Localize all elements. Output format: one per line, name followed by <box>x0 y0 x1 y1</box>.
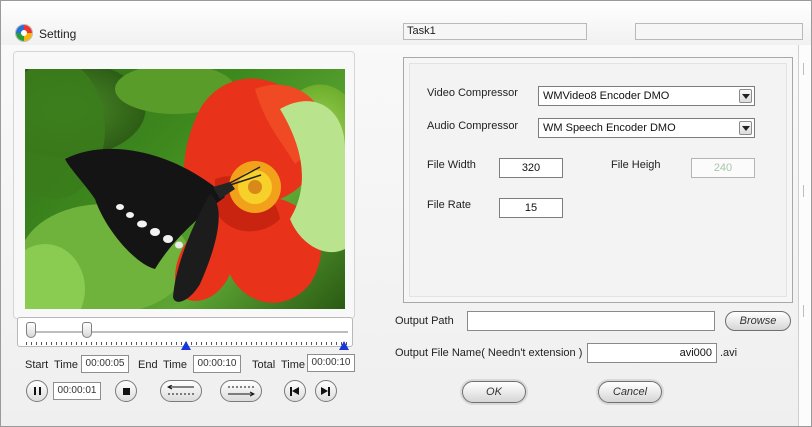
file-rate-label: File Rate <box>427 199 472 211</box>
skip-next-icon <box>321 386 331 396</box>
start-thumb[interactable] <box>26 322 36 338</box>
audio-compressor-label: Audio Compressor <box>427 120 519 132</box>
video-preview <box>25 69 345 309</box>
video-compressor-value: WMVideo8 Encoder DMO <box>543 90 670 102</box>
file-extension-label: .avi <box>720 347 738 359</box>
ok-button[interactable]: OK <box>462 381 526 403</box>
total-marker-icon[interactable] <box>339 341 349 350</box>
current-time-field: 00:00:01 <box>53 382 101 400</box>
cancel-button[interactable]: Cancel <box>598 381 662 403</box>
start-label: Start <box>25 359 49 371</box>
scrollbar-tick <box>803 185 804 197</box>
scrollbar-tick <box>803 305 804 317</box>
video-compressor-label: Video Compressor <box>427 87 518 99</box>
skip-previous-icon <box>290 386 300 396</box>
pause-icon <box>33 387 41 395</box>
total-label: Total <box>252 359 276 371</box>
title-bar: Setting Task1 <box>1 1 811 45</box>
output-file-name-label: Output File Name( Needn't extension ) <box>395 347 583 359</box>
app-logo-icon <box>16 25 32 41</box>
scrollbar-tick <box>803 63 804 75</box>
set-end-arrow-icon <box>228 386 255 397</box>
chevron-down-icon[interactable] <box>739 89 752 103</box>
end-time-field[interactable]: 00:00:10 <box>193 355 241 373</box>
video-compressor-select[interactable]: WMVideo8 Encoder DMO <box>538 86 755 106</box>
output-path-label: Output Path <box>395 315 454 327</box>
pause-button[interactable] <box>26 380 48 402</box>
start-time-label: Time <box>54 359 79 371</box>
file-height-field: 240 <box>691 158 755 178</box>
start-time-field[interactable]: 00:00:05 <box>81 355 129 373</box>
end-label: End <box>138 359 158 371</box>
butterfly-flower-image <box>25 69 345 309</box>
slider-track <box>26 331 348 333</box>
set-end-button[interactable] <box>220 380 262 402</box>
next-frame-button[interactable] <box>315 380 337 402</box>
audio-compressor-select[interactable]: WM Speech Encoder DMO <box>538 118 755 138</box>
chevron-down-icon[interactable] <box>739 121 752 135</box>
stop-icon <box>122 387 130 395</box>
vertical-scrollbar[interactable] <box>798 45 811 426</box>
task-name-field[interactable]: Task1 <box>403 23 587 40</box>
end-marker-icon[interactable] <box>181 341 191 350</box>
file-width-label: File Width <box>427 159 476 171</box>
end-time-label: Time <box>163 359 188 371</box>
window-title: Setting <box>39 27 77 41</box>
file-rate-field[interactable]: 15 <box>499 198 563 218</box>
output-file-name-field[interactable]: avi000 <box>587 343 717 363</box>
output-path-field[interactable] <box>467 311 715 331</box>
total-time-field: 00:00:10 <box>307 354 355 372</box>
stop-button[interactable] <box>115 380 137 402</box>
previous-frame-button[interactable] <box>284 380 306 402</box>
audio-compressor-value: WM Speech Encoder DMO <box>543 122 676 134</box>
set-start-button[interactable] <box>160 380 202 402</box>
total-time-label: Time <box>281 359 306 371</box>
file-height-label: File Heigh <box>611 159 661 171</box>
current-position-thumb[interactable] <box>82 322 93 338</box>
set-start-arrow-icon <box>167 385 194 395</box>
browse-button[interactable]: Browse <box>725 311 791 331</box>
file-width-field[interactable]: 320 <box>499 158 563 178</box>
task-secondary-field[interactable] <box>635 23 803 40</box>
setting-window: Setting Task1 Start Time 00:00:05 End Ti… <box>0 0 812 427</box>
